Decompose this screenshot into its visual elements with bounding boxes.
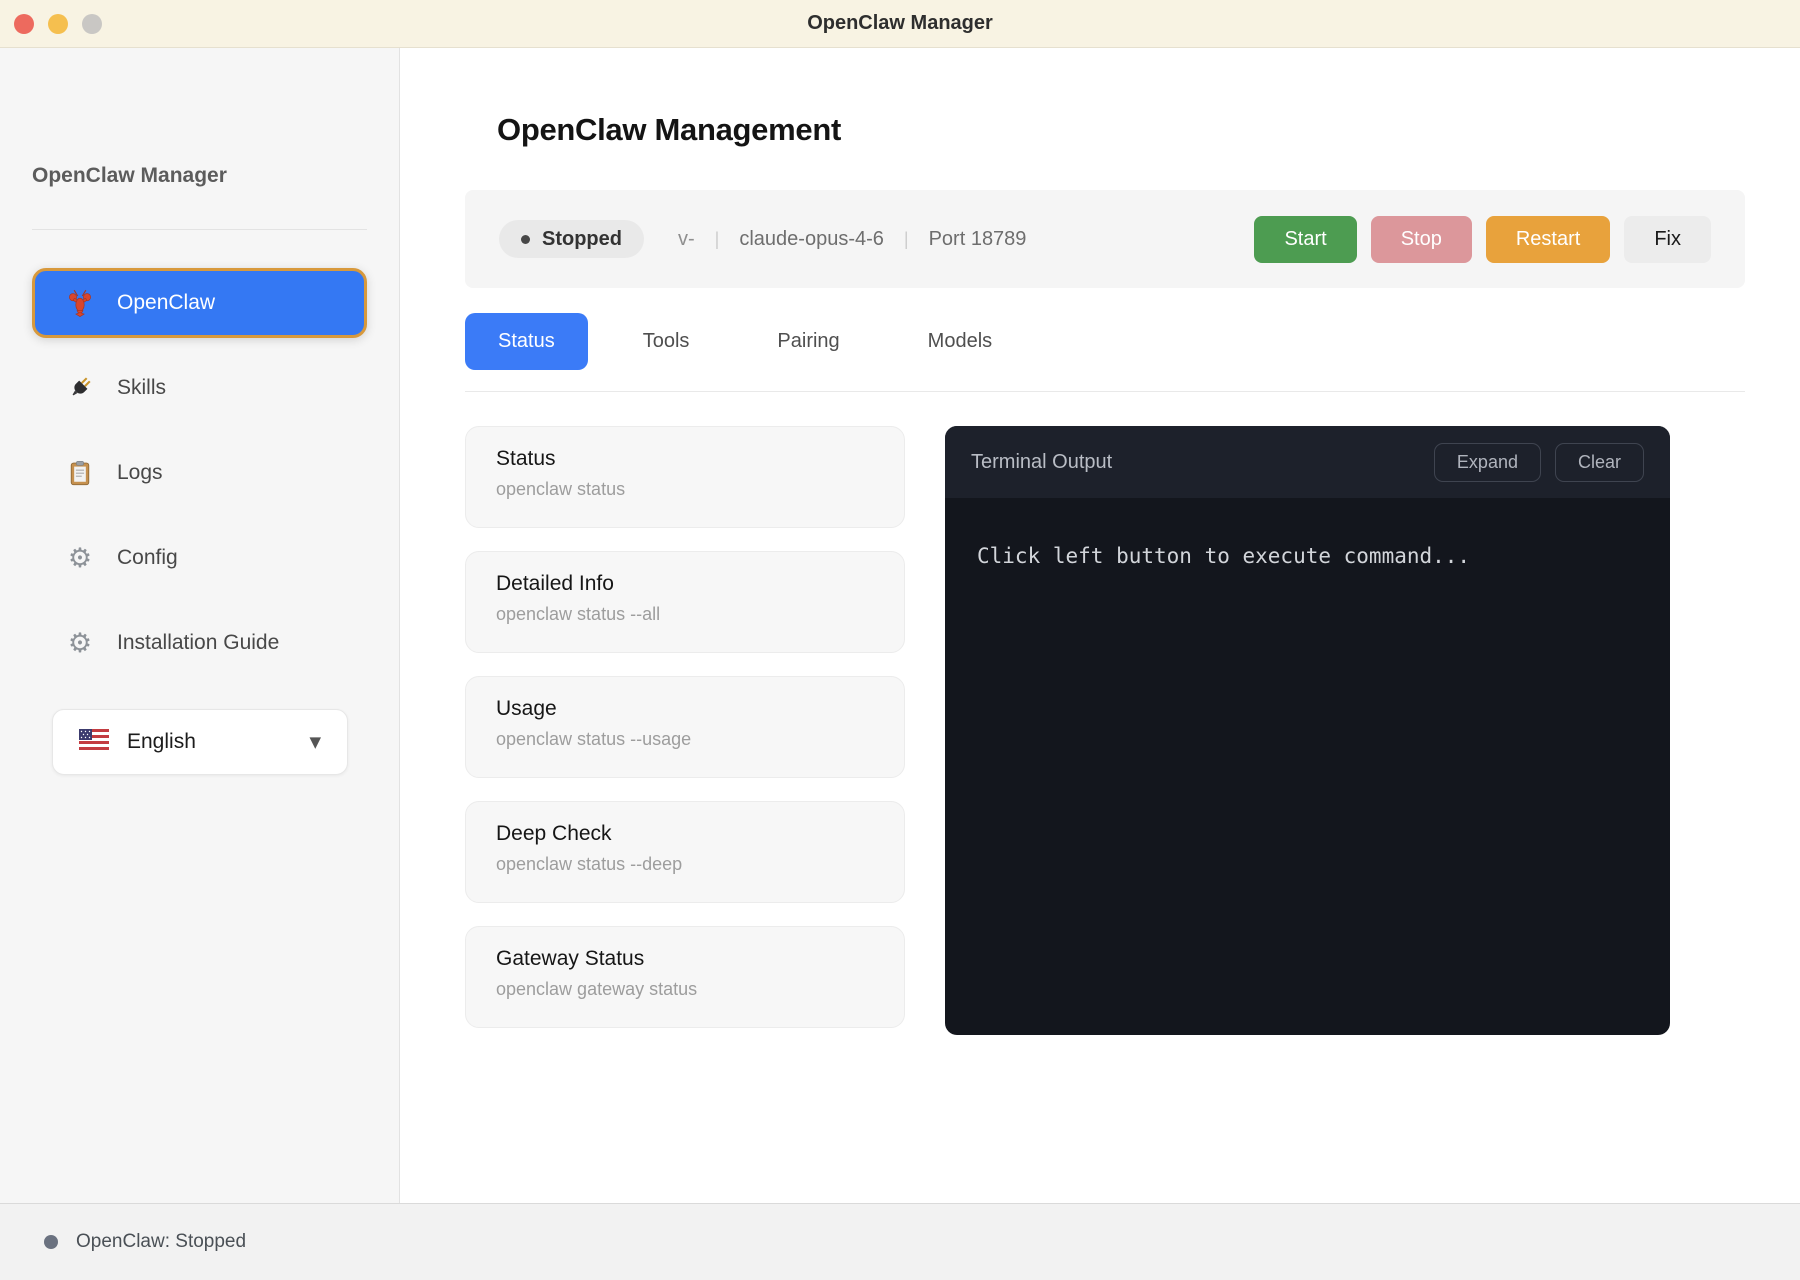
sidebar-item-label: Logs — [117, 461, 163, 485]
sidebar-heading: OpenClaw Manager — [32, 48, 367, 188]
command-text: openclaw status — [496, 479, 874, 500]
stop-button[interactable]: Stop — [1371, 216, 1472, 263]
tab-tools[interactable]: Tools — [610, 313, 723, 370]
gear-icon: ⚙ — [65, 543, 95, 573]
command-title: Usage — [496, 697, 874, 721]
command-card-deep-check[interactable]: Deep Check openclaw status --deep — [465, 801, 905, 903]
app-window: OpenClaw Manager OpenClaw Manager — [0, 0, 1800, 1280]
command-text: openclaw status --usage — [496, 729, 874, 750]
command-title: Status — [496, 447, 874, 471]
command-text: openclaw status --all — [496, 604, 874, 625]
tab-models[interactable]: Models — [895, 313, 1025, 370]
title-bar: OpenClaw Manager — [0, 0, 1800, 48]
sidebar-item-skills[interactable]: Skills — [32, 353, 367, 423]
command-text: openclaw gateway status — [496, 979, 874, 1000]
footer-status-text: OpenClaw: Stopped — [76, 1231, 246, 1253]
status-label: Stopped — [542, 228, 622, 251]
clipboard-icon — [65, 458, 95, 488]
page-title: OpenClaw Management — [497, 112, 1745, 148]
us-flag-icon — [79, 729, 109, 755]
command-list: Status openclaw status Detailed Info ope… — [465, 426, 905, 1035]
tab-divider — [465, 391, 1745, 392]
start-button[interactable]: Start — [1254, 216, 1356, 263]
service-meta: v- | claude-opus-4-6 | Port 18789 — [678, 228, 1026, 251]
status-badge: Stopped — [499, 220, 644, 258]
clear-button[interactable]: Clear — [1555, 443, 1644, 482]
sidebar-item-logs[interactable]: Logs — [32, 438, 367, 508]
sidebar-item-label: Config — [117, 546, 178, 570]
service-actions: Start Stop Restart Fix — [1254, 216, 1711, 263]
terminal-header: Terminal Output Expand Clear — [945, 426, 1670, 498]
tab-bar: Status Tools Pairing Models — [465, 313, 1745, 370]
terminal-panel: Terminal Output Expand Clear Click left … — [945, 426, 1670, 1035]
fix-button[interactable]: Fix — [1624, 216, 1711, 263]
model-name: claude-opus-4-6 — [739, 228, 884, 251]
plug-icon — [65, 373, 95, 403]
command-card-detailed-info[interactable]: Detailed Info openclaw status --all — [465, 551, 905, 653]
gear-icon: ⚙ — [65, 628, 95, 658]
command-title: Detailed Info — [496, 572, 874, 596]
separator: | — [715, 229, 720, 250]
sidebar-item-openclaw[interactable]: OpenClaw — [32, 268, 367, 338]
lobster-icon — [65, 288, 95, 318]
terminal-title: Terminal Output — [971, 451, 1112, 474]
sidebar-item-label: Installation Guide — [117, 631, 279, 655]
footer-status-dot-icon — [44, 1235, 58, 1249]
sidebar-item-label: Skills — [117, 376, 166, 400]
tab-status[interactable]: Status — [465, 313, 588, 370]
sidebar-item-label: OpenClaw — [117, 291, 215, 315]
command-card-usage[interactable]: Usage openclaw status --usage — [465, 676, 905, 778]
status-strip: Stopped v- | claude-opus-4-6 | Port 1878… — [465, 190, 1745, 288]
zoom-button[interactable] — [82, 14, 102, 34]
sidebar-nav: OpenClaw Skills — [32, 268, 367, 678]
expand-button[interactable]: Expand — [1434, 443, 1541, 482]
version-text: v- — [678, 228, 695, 251]
separator: | — [904, 229, 909, 250]
footer-status-bar: OpenClaw: Stopped — [0, 1203, 1800, 1280]
sidebar-item-installation-guide[interactable]: ⚙ Installation Guide — [32, 608, 367, 678]
language-label: English — [127, 730, 196, 754]
sidebar-item-config[interactable]: ⚙ Config — [32, 523, 367, 593]
command-text: openclaw status --deep — [496, 854, 874, 875]
command-card-status[interactable]: Status openclaw status — [465, 426, 905, 528]
window-title: OpenClaw Manager — [807, 12, 993, 35]
sidebar-divider — [32, 229, 367, 230]
main-content: OpenClaw Management Stopped v- | claude-… — [400, 48, 1800, 1203]
tab-pairing[interactable]: Pairing — [744, 313, 872, 370]
terminal-output: Click left button to execute command... — [945, 498, 1670, 614]
window-controls — [14, 0, 102, 48]
command-card-gateway-status[interactable]: Gateway Status openclaw gateway status — [465, 926, 905, 1028]
chevron-down-icon: ▼ — [309, 733, 321, 751]
command-title: Deep Check — [496, 822, 874, 846]
status-dot-icon — [521, 235, 530, 244]
sidebar: OpenClaw Manager — [0, 48, 400, 1203]
language-selector[interactable]: English ▼ — [52, 709, 348, 775]
restart-button[interactable]: Restart — [1486, 216, 1610, 263]
close-button[interactable] — [14, 14, 34, 34]
minimize-button[interactable] — [48, 14, 68, 34]
command-title: Gateway Status — [496, 947, 874, 971]
port-text: Port 18789 — [929, 228, 1027, 251]
